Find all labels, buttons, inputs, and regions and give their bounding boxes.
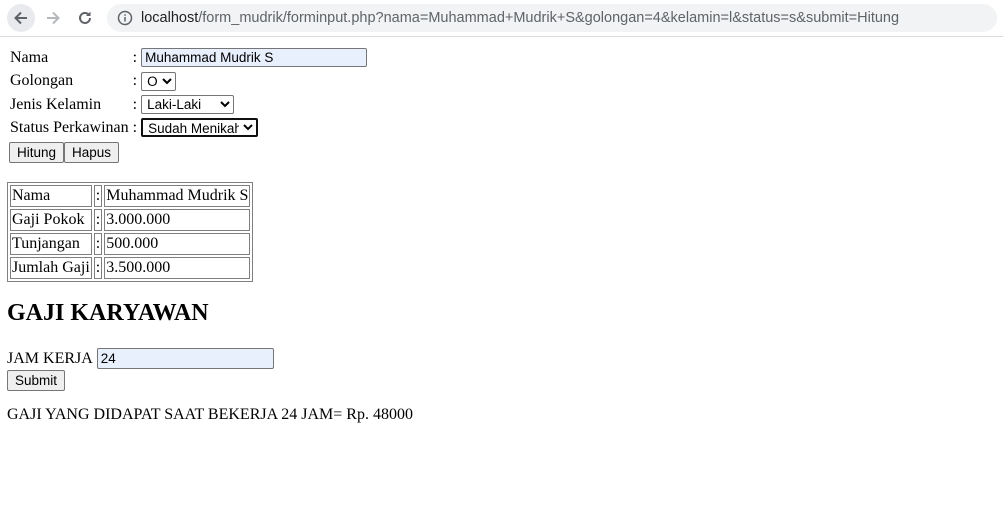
browser-toolbar: localhost/form_mudrik/forminput.php?nama…	[0, 0, 1003, 37]
golongan-colon: :	[132, 72, 138, 90]
arrow-right-icon	[47, 11, 60, 25]
nama-colon: :	[132, 48, 138, 66]
hapus-button[interactable]: Hapus	[64, 142, 120, 163]
nama-input[interactable]	[141, 48, 368, 68]
status-select[interactable]: Sudah Menikah	[141, 118, 259, 138]
result-value: 500.000	[104, 233, 251, 255]
form-row-golongan: Golongan : O	[8, 70, 369, 94]
result-value: Muhammad Mudrik S	[104, 185, 251, 207]
url-host: localhost	[141, 10, 199, 26]
arrow-left-icon	[14, 11, 27, 25]
input-form: Nama : Golongan : O Jenis Kelamin : Laki…	[8, 46, 369, 140]
golongan-cell: O	[139, 70, 369, 94]
status-colon: :	[132, 119, 138, 137]
kelamin-cell: Laki-Laki	[139, 93, 369, 117]
nama-cell	[139, 46, 369, 70]
form-buttons: Hitung Hapus	[9, 142, 120, 163]
result-label: Nama	[10, 185, 92, 207]
nama-label: Nama	[10, 48, 49, 66]
form-row-status: Status Perkawinan : Sudah Menikah	[8, 117, 369, 141]
golongan-label: Golongan	[10, 72, 74, 90]
address-bar[interactable]: localhost/form_mudrik/forminput.php?nama…	[107, 4, 997, 32]
table-row: Nama : Muhammad Mudrik S	[10, 185, 251, 207]
url-text: localhost/form_mudrik/forminput.php?nama…	[141, 4, 899, 32]
result-colon: :	[93, 257, 103, 279]
result-value: 3.000.000	[104, 209, 251, 231]
salary-output: GAJI YANG DIDAPAT SAAT BEKERJA 24 JAM= R…	[7, 406, 413, 423]
hitung-button[interactable]: Hitung	[9, 142, 65, 163]
status-cell: Sudah Menikah	[139, 117, 369, 141]
result-colon: :	[93, 233, 103, 255]
info-icon[interactable]	[117, 10, 133, 26]
back-button[interactable]	[7, 4, 35, 32]
kelamin-label: Jenis Kelamin	[10, 95, 102, 113]
jam-kerja-label: JAM KERJA	[7, 349, 93, 367]
result-colon: :	[93, 209, 103, 231]
submit-button[interactable]: Submit	[7, 370, 66, 391]
result-label: Jumlah Gaji	[10, 257, 92, 279]
result-value: 3.500.000	[104, 257, 251, 279]
form-row-kelamin: Jenis Kelamin : Laki-Laki	[8, 93, 369, 117]
reload-icon	[79, 11, 91, 24]
url-path: /form_mudrik/forminput.php?nama=Muhammad…	[198, 10, 900, 26]
result-label: Tunjangan	[10, 233, 92, 255]
kelamin-colon: :	[132, 95, 138, 113]
page-heading: GAJI KARYAWAN	[7, 300, 209, 326]
result-table: Nama : Muhammad Mudrik S Gaji Pokok : 3.…	[7, 182, 254, 282]
table-row: Gaji Pokok : 3.000.000	[10, 209, 251, 231]
jam-kerja-row: JAM KERJA	[7, 348, 274, 369]
reload-button[interactable]	[71, 4, 99, 32]
result-label: Gaji Pokok	[10, 209, 92, 231]
table-row: Tunjangan : 500.000	[10, 233, 251, 255]
result-colon: :	[93, 185, 103, 207]
kelamin-select[interactable]: Laki-Laki	[141, 95, 235, 115]
forward-button[interactable]	[39, 4, 67, 32]
jam-kerja-input[interactable]	[96, 348, 274, 369]
form-row-nama: Nama :	[8, 46, 369, 70]
status-label: Status Perkawinan	[10, 119, 129, 137]
table-row: Jumlah Gaji : 3.500.000	[10, 257, 251, 279]
golongan-select[interactable]: O	[141, 71, 177, 91]
